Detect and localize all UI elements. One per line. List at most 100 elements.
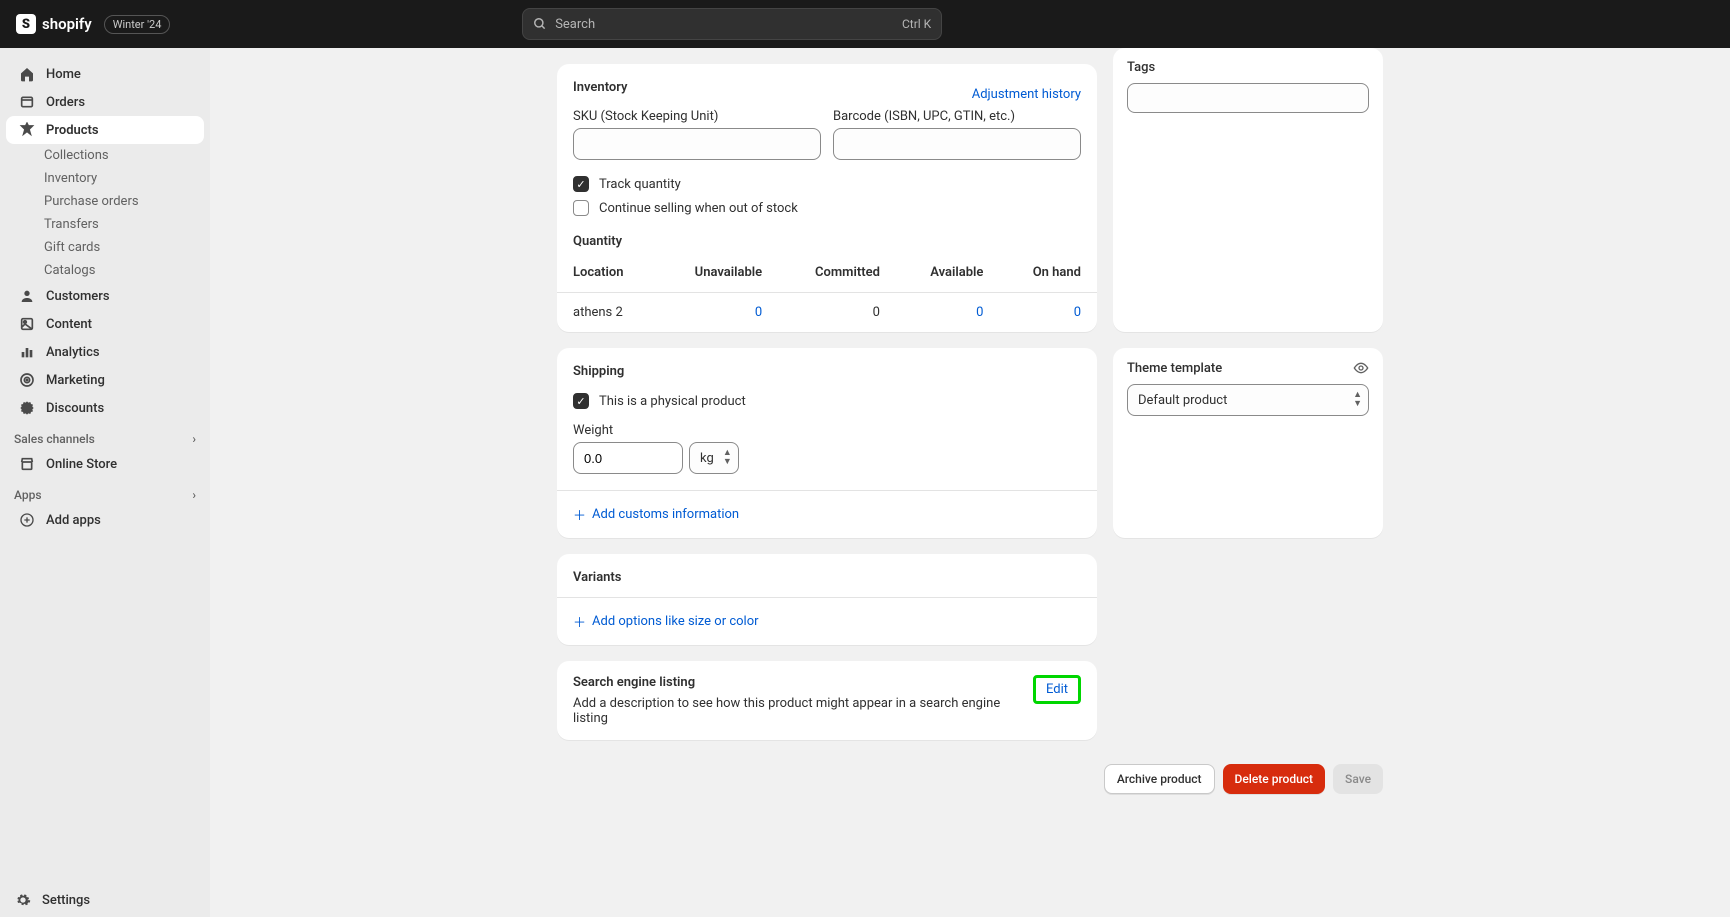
cell-available[interactable]: 0 — [976, 305, 983, 320]
sidebar-sub-inventory[interactable]: Inventory — [6, 167, 204, 190]
sidebar-item-online-store[interactable]: Online Store — [6, 450, 204, 478]
sidebar-label: Products — [46, 123, 99, 138]
seo-description: Add a description to see how this produc… — [573, 696, 1023, 726]
shopify-logo-icon: S — [16, 14, 36, 34]
plus-icon: ＋ — [573, 612, 586, 631]
col-on-hand: On hand — [999, 253, 1097, 293]
content-icon — [18, 315, 36, 333]
table-row: athens 2 0 0 0 0 — [557, 293, 1097, 333]
plus-icon: ＋ — [573, 505, 586, 524]
track-quantity-label: Track quantity — [599, 177, 681, 192]
sidebar-sub-transfers[interactable]: Transfers — [6, 213, 204, 236]
physical-product-checkbox[interactable]: ✓ — [573, 393, 589, 409]
eye-icon[interactable] — [1353, 360, 1369, 376]
seo-card: Search engine listing Add a description … — [557, 661, 1097, 740]
quantity-title: Quantity — [573, 234, 1081, 249]
sidebar-label: Marketing — [46, 373, 105, 388]
continue-selling-checkbox[interactable] — [573, 200, 589, 216]
sidebar-label: Online Store — [46, 457, 117, 472]
sidebar-item-analytics[interactable]: Analytics — [6, 338, 204, 366]
barcode-label: Barcode (ISBN, UPC, GTIN, etc.) — [833, 109, 1081, 124]
search-placeholder: Search — [555, 17, 894, 32]
logo-text: shopify — [42, 15, 92, 33]
sidebar-sub-gift-cards[interactable]: Gift cards — [6, 236, 204, 259]
chevron-right-icon: › — [192, 488, 196, 502]
cell-unavailable[interactable]: 0 — [755, 305, 762, 320]
gear-icon — [14, 891, 32, 909]
sidebar-item-orders[interactable]: Orders — [6, 88, 204, 116]
sidebar: Home Orders Products Collections Invento… — [0, 48, 210, 917]
orders-icon — [18, 93, 36, 111]
tags-card: Tags — [1113, 48, 1383, 332]
sidebar-item-home[interactable]: Home — [6, 60, 204, 88]
weight-input[interactable] — [573, 442, 683, 474]
customers-icon — [18, 287, 36, 305]
delete-button[interactable]: Delete product — [1223, 764, 1326, 794]
cell-committed: 0 — [778, 293, 896, 333]
sidebar-label: Discounts — [46, 401, 104, 416]
sidebar-label: Content — [46, 317, 92, 332]
cell-on-hand[interactable]: 0 — [1074, 305, 1081, 320]
inventory-title: Inventory — [573, 80, 628, 95]
sidebar-item-marketing[interactable]: Marketing — [6, 366, 204, 394]
updown-icon: ▲▼ — [1353, 391, 1362, 409]
theme-title: Theme template — [1127, 361, 1222, 376]
updown-icon: ▲▼ — [723, 449, 732, 467]
add-options-link[interactable]: ＋ Add options like size or color — [557, 597, 1097, 645]
col-committed: Committed — [778, 253, 896, 293]
products-icon — [18, 121, 36, 139]
footer-actions: Archive product Delete product Save — [557, 764, 1383, 794]
physical-product-label: This is a physical product — [599, 394, 746, 409]
weight-label: Weight — [573, 423, 1081, 438]
sidebar-item-add-apps[interactable]: Add apps — [6, 506, 204, 534]
store-icon — [18, 455, 36, 473]
variants-card: Variants ＋ Add options like size or colo… — [557, 554, 1097, 645]
track-quantity-checkbox[interactable]: ✓ — [573, 176, 589, 192]
logo[interactable]: S shopify — [16, 14, 92, 34]
add-customs-link[interactable]: ＋ Add customs information — [557, 490, 1097, 538]
sidebar-label: Analytics — [46, 345, 100, 360]
tags-title: Tags — [1127, 60, 1369, 75]
shipping-title: Shipping — [573, 364, 1081, 379]
col-location: Location — [557, 253, 657, 293]
adjustment-history-link[interactable]: Adjustment history — [972, 87, 1081, 102]
theme-template-card: Theme template Default product ▲▼ — [1113, 348, 1383, 538]
search-input[interactable]: Search Ctrl K — [522, 8, 942, 40]
col-available: Available — [896, 253, 1000, 293]
shipping-card: Shipping ✓ This is a physical product We… — [557, 348, 1097, 538]
weight-unit-select[interactable]: kg ▲▼ — [689, 442, 739, 474]
sidebar-item-discounts[interactable]: Discounts — [6, 394, 204, 422]
seo-edit-button[interactable]: Edit — [1033, 675, 1081, 704]
section-apps[interactable]: Apps › — [0, 478, 210, 506]
save-button: Save — [1333, 764, 1383, 794]
section-sales-channels[interactable]: Sales channels › — [0, 422, 210, 450]
version-badge: Winter '24 — [104, 15, 171, 34]
sidebar-sub-catalogs[interactable]: Catalogs — [6, 259, 204, 282]
topbar: S shopify Winter '24 Search Ctrl K — [0, 0, 1730, 48]
sidebar-label: Customers — [46, 289, 110, 304]
sidebar-item-settings[interactable]: Settings — [0, 883, 210, 917]
marketing-icon — [18, 371, 36, 389]
quantity-table: Location Unavailable Committed Available… — [557, 253, 1097, 332]
sidebar-sub-collections[interactable]: Collections — [6, 144, 204, 167]
barcode-input[interactable] — [833, 128, 1081, 160]
sku-input[interactable] — [573, 128, 821, 160]
sidebar-item-products[interactable]: Products — [6, 116, 204, 144]
cell-location: athens 2 — [557, 293, 657, 333]
sidebar-item-customers[interactable]: Customers — [6, 282, 204, 310]
sidebar-item-content[interactable]: Content — [6, 310, 204, 338]
sidebar-label: Add apps — [46, 513, 101, 528]
seo-title: Search engine listing — [573, 675, 1023, 690]
theme-template-select[interactable]: Default product ▲▼ — [1127, 384, 1369, 416]
sidebar-label: Settings — [42, 893, 90, 908]
sidebar-sub-purchase-orders[interactable]: Purchase orders — [6, 190, 204, 213]
continue-selling-label: Continue selling when out of stock — [599, 201, 798, 216]
tags-input[interactable] — [1127, 83, 1369, 113]
sku-label: SKU (Stock Keeping Unit) — [573, 109, 821, 124]
plus-circle-icon — [18, 511, 36, 529]
search-icon — [533, 17, 547, 31]
sidebar-label: Orders — [46, 95, 85, 110]
variants-title: Variants — [573, 570, 1081, 585]
archive-button[interactable]: Archive product — [1104, 764, 1215, 794]
inventory-card: Inventory Adjustment history SKU (Stock … — [557, 64, 1097, 332]
